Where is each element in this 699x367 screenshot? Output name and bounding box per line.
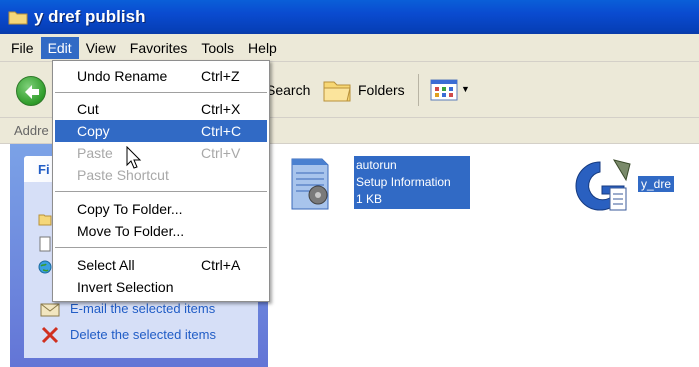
file-name: autorun — [356, 158, 397, 172]
menu-item-paste-shortcut[interactable]: Paste Shortcut — [55, 164, 267, 186]
file-tasks-heading: Fi — [38, 162, 50, 177]
menu-separator — [55, 191, 267, 192]
folders-button[interactable]: Folders — [358, 82, 405, 98]
menu-edit[interactable]: Edit — [40, 36, 79, 59]
menu-favorites[interactable]: Favorites — [123, 37, 195, 59]
setup-information-file-icon[interactable] — [288, 153, 336, 213]
edit-menu-dropdown: Undo Rename Ctrl+Z Cut Ctrl+X Copy Ctrl+… — [52, 60, 270, 302]
search-button[interactable]: Search — [266, 82, 310, 98]
menu-separator — [55, 92, 267, 93]
menu-item-label: Undo Rename — [77, 68, 168, 84]
menu-item-invert-selection[interactable]: Invert Selection — [55, 276, 267, 298]
menu-help[interactable]: Help — [241, 37, 284, 59]
back-arrow-icon — [25, 85, 39, 99]
menu-item-label: Paste — [77, 145, 113, 161]
file-size: 1 KB — [356, 192, 383, 206]
menu-item-label: Paste Shortcut — [77, 167, 169, 183]
menu-file[interactable]: File — [4, 37, 41, 59]
back-button[interactable] — [16, 76, 46, 106]
publish-icon — [38, 260, 52, 274]
delete-selected-items-link[interactable]: Delete the selected items — [70, 327, 216, 342]
mouse-cursor-icon — [126, 146, 142, 169]
y-dre-file-label[interactable]: y_dre — [638, 176, 675, 192]
folders-icon[interactable] — [322, 76, 352, 104]
menu-item-move-to-folder[interactable]: Move To Folder... — [55, 220, 267, 242]
menu-item-label: Copy — [77, 123, 110, 139]
menu-bar: File Edit View Favorites Tools Help — [0, 34, 699, 62]
menu-view[interactable]: View — [79, 37, 123, 59]
menu-item-shortcut: Ctrl+V — [201, 145, 241, 161]
window-title: y dref publish — [34, 7, 146, 26]
title-bar[interactable]: y dref publish — [0, 0, 699, 34]
menu-item-shortcut: Ctrl+X — [201, 101, 241, 117]
menu-separator — [55, 247, 267, 248]
menu-item-undo-rename[interactable]: Undo Rename Ctrl+Z — [55, 65, 267, 87]
delete-icon — [41, 326, 59, 344]
autorun-file-label[interactable]: autorun Setup Information 1 KB — [354, 156, 470, 209]
menu-item-cut[interactable]: Cut Ctrl+X — [55, 98, 267, 120]
rename-icon — [38, 214, 52, 226]
email-selected-items-link[interactable]: E-mail the selected items — [70, 301, 215, 316]
menu-item-paste[interactable]: Paste Ctrl+V — [55, 142, 267, 164]
views-dropdown-arrow-icon[interactable]: ▼ — [461, 84, 470, 94]
menu-item-label: Invert Selection — [77, 279, 174, 295]
address-label: Addre — [14, 123, 49, 138]
menu-item-label: Move To Folder... — [77, 223, 185, 239]
menu-tools[interactable]: Tools — [194, 37, 241, 59]
menu-item-shortcut: Ctrl+A — [201, 257, 241, 273]
views-icon[interactable] — [430, 79, 458, 101]
menu-item-label: Select All — [77, 257, 135, 273]
menu-item-label: Cut — [77, 101, 99, 117]
application-file-icon[interactable] — [570, 158, 636, 214]
menu-item-copy[interactable]: Copy Ctrl+C — [55, 120, 267, 142]
menu-item-shortcut: Ctrl+Z — [201, 68, 240, 84]
menu-item-label: Copy To Folder... — [77, 201, 183, 217]
move-icon — [39, 236, 51, 252]
menu-item-select-all[interactable]: Select All Ctrl+A — [55, 254, 267, 276]
menu-item-copy-to-folder[interactable]: Copy To Folder... — [55, 198, 267, 220]
toolbar-separator — [418, 74, 419, 106]
folder-icon — [8, 11, 28, 25]
email-icon — [40, 303, 60, 317]
menu-item-shortcut: Ctrl+C — [201, 123, 242, 139]
file-type: Setup Information — [356, 175, 451, 189]
